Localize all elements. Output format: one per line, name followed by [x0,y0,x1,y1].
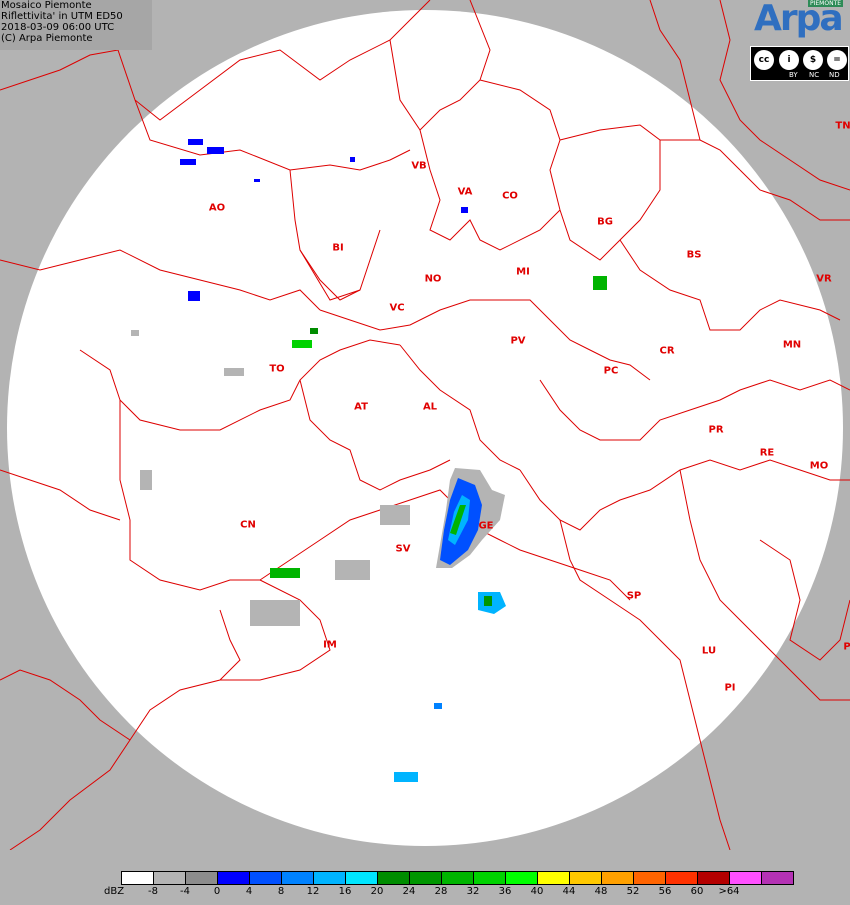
legend-swatch [217,871,250,885]
legend-tick: 44 [562,886,576,897]
legend-swatch [729,871,762,885]
noderivatives-icon: = [827,50,847,70]
legend-tick: >64 [718,886,740,897]
legend-swatch [601,871,634,885]
cc-icon: cc [754,50,774,70]
province-label-al: AL [422,401,438,413]
province-label-im: IM [323,639,337,651]
legend-swatch [665,871,698,885]
legend-swatch [537,871,570,885]
legend-swatch [697,871,730,885]
province-label-re: RE [759,447,775,459]
province-label-cr: CR [659,345,675,357]
province-label-sv: SV [395,543,411,555]
legend-swatch [409,871,442,885]
legend-tick: -4 [180,886,190,897]
legend-swatch [281,871,314,885]
province-label-vc: VC [389,302,405,314]
province-label-pc: PC [603,365,619,377]
legend-swatch [313,871,346,885]
legend-swatch [345,871,378,885]
province-label-va: VA [457,186,473,198]
legend-tick: 4 [245,886,253,897]
legend-swatch [185,871,218,885]
legend-tick: 56 [658,886,672,897]
arpa-logo-tag: PIEMONTE [808,0,844,7]
legend-tick: 48 [594,886,608,897]
province-label-ao: AO [208,202,226,214]
province-label-to: TO [269,363,285,375]
province-label-bs: BS [686,249,702,261]
province-label-cn: CN [240,519,256,531]
legend-swatch [505,871,538,885]
legend-swatch [249,871,282,885]
license-nd-label: ND [829,71,840,79]
province-label-sp: SP [626,590,642,602]
province-label-co: CO [502,190,518,202]
cc-license-badge[interactable]: cc i $ = BY NC ND [750,46,849,81]
legend-tick: 16 [338,886,352,897]
legend-tick: 0 [213,886,221,897]
province-label-vr: VR [816,273,832,285]
legend-swatch [377,871,410,885]
province-label-tn: TN [835,120,850,132]
province-label-vb: VB [411,160,427,172]
legend-swatch [153,871,186,885]
dbz-legend: dBZ -8 -4 0 4 8 12 16 20 24 28 32 36 40 44 48 52 56 60 >64 [0,850,850,905]
legend-tick: 36 [498,886,512,897]
legend-tick: 32 [466,886,480,897]
license-by-label: BY [789,71,798,79]
province-label-no: NO [424,273,442,285]
province-label-ge: GE [478,520,494,532]
caption-copyright: (C) Arpa Piemonte [1,33,93,44]
province-label-p: P [843,641,850,653]
province-label-mi: MI [516,266,530,278]
province-label-pi: PI [724,682,736,694]
legend-swatch [121,871,154,885]
legend-tick: 60 [690,886,704,897]
province-label-bi: BI [332,242,344,254]
legend-swatch [473,871,506,885]
license-nc-label: NC [809,71,820,79]
legend-swatch [761,871,794,885]
province-label-at: AT [354,401,368,413]
province-label-mn: MN [782,339,802,351]
legend-tick: 12 [306,886,320,897]
province-label-mo: MO [809,460,829,472]
province-label-bg: BG [597,216,613,228]
map-caption: Mosaico Piemonte Riflettivita' in UTM ED… [0,0,152,50]
noncommercial-icon: $ [803,50,823,70]
legend-tick: 24 [402,886,416,897]
caption-timestamp: 2018-03-09 06:00 UTC [1,22,115,33]
legend-tick: -8 [148,886,158,897]
province-label-pr: PR [708,424,724,436]
legend-swatch [633,871,666,885]
province-label-lu: LU [701,645,717,657]
caption-product: Riflettivita' in UTM ED50 [1,11,123,22]
legend-swatch [569,871,602,885]
legend-swatch [441,871,474,885]
legend-tick: 20 [370,886,384,897]
legend-unit: dBZ [104,886,125,897]
legend-tick: 8 [277,886,285,897]
legend-tick: 52 [626,886,640,897]
legend-tick: 40 [530,886,544,897]
legend-tick: 28 [434,886,448,897]
caption-title: Mosaico Piemonte [1,0,92,11]
province-label-pv: PV [510,335,526,347]
attribution-icon: i [779,50,799,70]
